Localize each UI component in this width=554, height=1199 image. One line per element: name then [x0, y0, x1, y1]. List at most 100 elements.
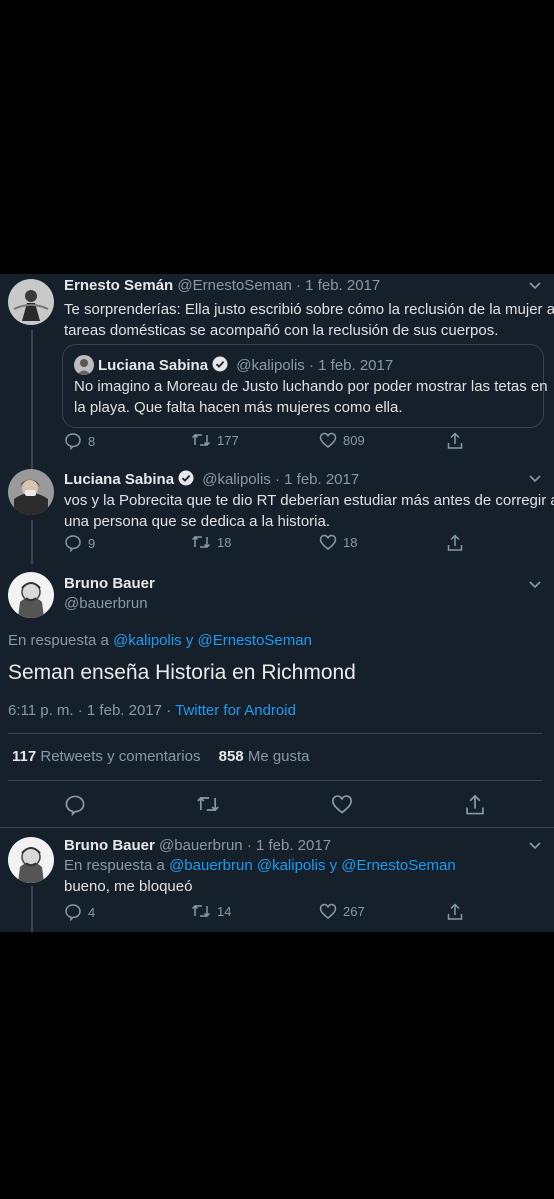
reply-prefix: En respuesta a — [8, 632, 109, 649]
chevron-down-icon[interactable] — [529, 282, 541, 290]
reply-icon — [65, 433, 81, 450]
tweet-text: bueno, me bloqueó — [64, 878, 193, 895]
like-button[interactable]: 267 — [319, 903, 365, 919]
reply-button[interactable]: 8 — [64, 432, 95, 450]
tweet-text-line: tareas domésticas se acompañó con la rec… — [64, 322, 499, 339]
reply-count: 4 — [88, 904, 96, 920]
tweet-text-line: vos y la Pobrecita que te dio RT debería… — [64, 492, 554, 509]
reply-count: 8 — [88, 433, 96, 449]
likes-stat[interactable]: 858 Me gusta — [219, 748, 310, 765]
share-icon — [447, 903, 463, 920]
thread-line — [31, 520, 33, 564]
tweet-text-line: una persona que se dedica a la historia. — [64, 513, 331, 530]
quoted-author-name: Luciana Sabina — [98, 357, 209, 374]
retweet-count: 14 — [217, 903, 232, 919]
avatar[interactable] — [8, 279, 54, 325]
likes-label: Me gusta — [247, 748, 310, 765]
retweet-icon — [191, 904, 211, 918]
reply-button[interactable]: 4 — [64, 903, 95, 921]
author-handle[interactable]: @bauerbrun — [64, 595, 148, 612]
retweet-button[interactable] — [196, 794, 226, 814]
like-button[interactable]: 18 — [319, 534, 357, 550]
heart-icon — [319, 534, 337, 550]
reply-icon — [65, 904, 81, 921]
divider — [0, 827, 554, 828]
quoted-tweet[interactable]: Luciana Sabina @kalipolis · 1 feb. 2017 … — [62, 344, 548, 428]
reply-prefix: En respuesta a — [64, 857, 165, 874]
like-count: 267 — [343, 903, 365, 919]
thread-line — [31, 330, 33, 473]
verified-badge-icon — [212, 356, 228, 372]
reply-context: En respuesta a @kalipolis y @ErnestoSema… — [8, 632, 312, 649]
tweet-stats: 117 Retweets y comentarios 858 Me gusta — [12, 748, 310, 765]
reply-icon — [65, 535, 81, 552]
verified-badge-icon — [178, 470, 194, 486]
like-button[interactable]: 809 — [319, 432, 365, 448]
likes-count: 858 — [218, 748, 244, 765]
thread-line — [31, 886, 33, 932]
tweet-date[interactable]: · 1 feb. 2017 — [275, 471, 359, 488]
tweet-client[interactable]: Twitter for Android — [175, 702, 296, 719]
reply-to-link[interactable]: @kalipolis y @ErnestoSeman — [113, 632, 312, 649]
share-button[interactable] — [447, 534, 469, 552]
heart-icon — [331, 795, 353, 814]
share-button[interactable] — [447, 432, 469, 450]
retweet-count: 18 — [217, 534, 232, 550]
reply-count: 9 — [88, 535, 96, 551]
like-button[interactable] — [331, 794, 359, 814]
author-handle[interactable]: @bauerbrun — [159, 837, 243, 854]
tweet-timestamp[interactable]: 6:11 p. m. · 1 feb. 2017 · — [8, 702, 171, 719]
retweet-button[interactable]: 177 — [191, 432, 239, 448]
tweet-date[interactable]: · 1 feb. 2017 — [247, 837, 331, 854]
reply-icon — [65, 795, 85, 816]
main-tweet-actions — [64, 794, 544, 818]
author-name[interactable]: Ernesto Semán — [64, 277, 173, 294]
share-button[interactable] — [465, 794, 491, 816]
tweet-date[interactable]: · 1 feb. 2017 — [296, 277, 380, 294]
reply-button[interactable] — [64, 794, 92, 816]
tweet-actions: 9 18 18 — [64, 534, 544, 554]
tweet-actions: 4 14 267 — [64, 903, 544, 923]
author-name[interactable]: Bruno Bauer — [64, 837, 155, 854]
main-tweet-text: Seman enseña Historia en Richmond — [8, 661, 356, 684]
retweets-count: 117 — [12, 748, 37, 765]
reply-button[interactable]: 9 — [64, 534, 95, 552]
tweet-actions: 8 177 809 — [64, 432, 544, 452]
tweet-thread-panel: Ernesto Semán @ErnestoSeman · 1 feb. 201… — [0, 274, 554, 932]
chevron-down-icon[interactable] — [529, 842, 541, 850]
share-icon — [466, 794, 484, 815]
avatar[interactable] — [8, 469, 54, 515]
quoted-text-line: la playa. Que falta hacen más mujeres co… — [74, 399, 403, 416]
author-handle[interactable]: @kalipolis — [202, 471, 271, 488]
share-icon — [447, 432, 463, 449]
divider — [8, 780, 542, 781]
avatar — [74, 355, 94, 375]
tweet-text-line: Te sorprenderías: Ella justo escribió so… — [64, 301, 554, 318]
heart-icon — [319, 432, 337, 448]
author-name[interactable]: Bruno Bauer — [64, 575, 155, 592]
quoted-tweet-date: · 1 feb. 2017 — [308, 357, 394, 374]
retweet-button[interactable]: 14 — [191, 903, 231, 919]
avatar[interactable] — [8, 837, 54, 883]
like-count: 18 — [343, 534, 358, 550]
retweet-count: 177 — [217, 432, 239, 448]
quoted-text-line: No imagino a Moreau de Justo luchando po… — [74, 378, 548, 395]
quoted-author-handle: @kalipolis — [236, 357, 305, 374]
retweet-button[interactable]: 18 — [191, 534, 231, 550]
heart-icon — [319, 903, 337, 919]
share-button[interactable] — [447, 903, 469, 921]
retweet-icon — [191, 535, 211, 549]
author-handle[interactable]: @ErnestoSeman — [177, 277, 291, 294]
chevron-down-icon[interactable] — [529, 581, 541, 589]
chevron-down-icon[interactable] — [529, 475, 541, 483]
author-name[interactable]: Luciana Sabina — [64, 471, 174, 488]
reply-to-link[interactable]: @bauerbrun @kalipolis y @ErnestoSeman — [169, 857, 456, 874]
reply-context: En respuesta a @bauerbrun @kalipolis y @… — [64, 857, 456, 874]
share-icon — [447, 534, 463, 551]
avatar[interactable] — [8, 572, 54, 618]
retweet-icon — [191, 433, 211, 447]
retweet-icon — [197, 796, 219, 812]
retweets-label: Retweets y comentarios — [40, 748, 201, 765]
tweet-metadata: 6:11 p. m. · 1 feb. 2017 · Twitter for A… — [8, 702, 296, 719]
retweets-stat[interactable]: 117 Retweets y comentarios — [12, 748, 200, 765]
